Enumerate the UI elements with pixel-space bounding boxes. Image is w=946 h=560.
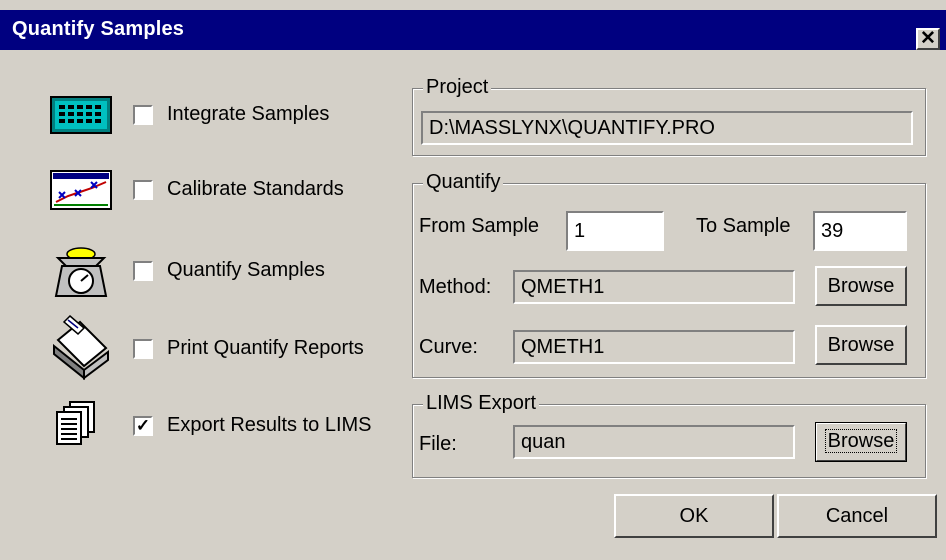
print-reports-checkbox[interactable] (133, 339, 153, 359)
quantify-samples-dialog: Quantify Samples ✕ Integrate Samples Cal… (0, 0, 946, 560)
curve-browse-button[interactable]: Browse (815, 325, 907, 365)
integrate-samples-checkbox[interactable] (133, 105, 153, 125)
calculator-icon (50, 96, 112, 134)
close-icon: ✕ (920, 28, 936, 49)
calibrate-standards-label[interactable]: Calibrate Standards (167, 178, 344, 201)
title-bar[interactable]: Quantify Samples ✕ (0, 10, 946, 50)
ok-button[interactable]: OK (614, 494, 774, 538)
calibrate-standards-checkbox[interactable] (133, 180, 153, 200)
project-group-title: Project (423, 76, 492, 99)
integrate-samples-label[interactable]: Integrate Samples (167, 103, 329, 126)
method-browse-label: Browse (827, 275, 895, 297)
project-path-field: D:\MASSLYNX\QUANTIFY.PRO (421, 111, 913, 145)
export-lims-checkbox[interactable]: ✓ (133, 416, 153, 436)
method-browse-button[interactable]: Browse (815, 266, 907, 306)
lims-export-group-title: LIMS Export (423, 392, 540, 415)
curve-field: QMETH1 (513, 330, 795, 364)
lims-browse-button[interactable]: Browse (815, 422, 907, 462)
quantify-group-title: Quantify (423, 171, 504, 194)
curve-browse-label: Browse (827, 334, 895, 356)
export-lims-label[interactable]: Export Results to LIMS (167, 414, 372, 437)
project-group: Project D:\MASSLYNX\QUANTIFY.PRO (412, 76, 926, 156)
from-sample-input[interactable]: 1 (566, 211, 664, 251)
calibration-chart-icon (50, 170, 112, 210)
from-sample-label: From Sample (419, 215, 540, 237)
scale-icon (54, 247, 108, 297)
curve-label: Curve: (419, 336, 478, 358)
to-sample-label: To Sample (696, 215, 791, 237)
to-sample-input[interactable]: 39 (813, 211, 907, 251)
close-button[interactable]: ✕ (916, 28, 940, 50)
quantify-group: Quantify From Sample 1 To Sample 39 Meth… (412, 171, 926, 378)
lims-browse-label: Browse (824, 429, 898, 453)
quantify-samples-label[interactable]: Quantify Samples (167, 259, 325, 282)
printer-icon (53, 314, 109, 381)
print-reports-label[interactable]: Print Quantify Reports (167, 337, 364, 360)
checkmark-icon: ✓ (135, 416, 151, 435)
method-field: QMETH1 (513, 270, 795, 304)
quantify-samples-checkbox[interactable] (133, 261, 153, 281)
method-label: Method: (419, 276, 492, 298)
window-title: Quantify Samples (12, 18, 185, 40)
lims-file-field: quan (513, 425, 795, 459)
ok-label: OK (679, 505, 709, 527)
cancel-label: Cancel (825, 505, 889, 527)
file-label: File: (419, 433, 457, 455)
documents-icon (56, 401, 95, 445)
lims-export-group: LIMS Export File: quan Browse (412, 392, 926, 478)
cancel-button[interactable]: Cancel (777, 494, 937, 538)
